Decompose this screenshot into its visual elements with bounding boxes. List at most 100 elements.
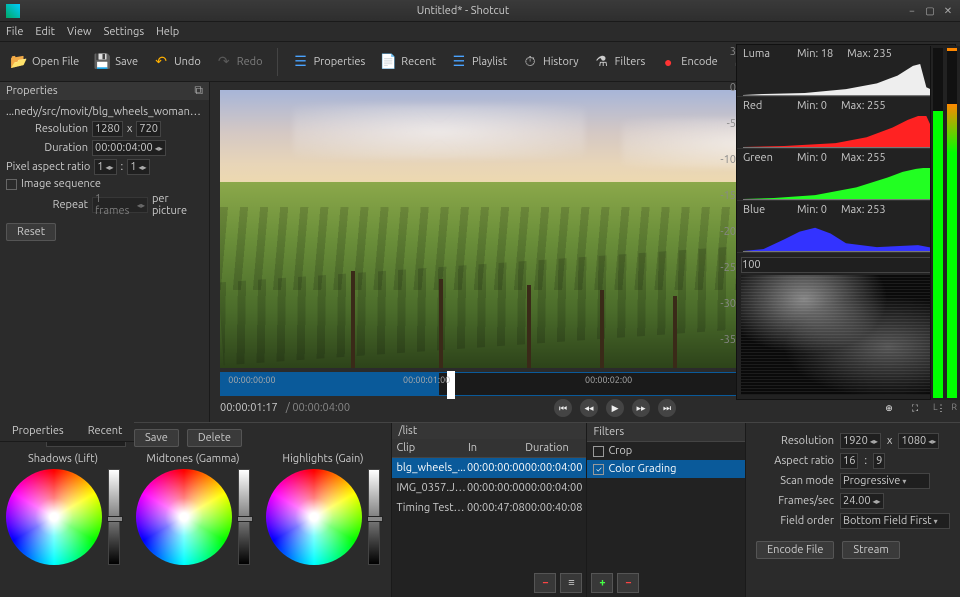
filters-button[interactable]: ⚗Filters bbox=[589, 50, 650, 74]
filter-checkbox[interactable] bbox=[593, 446, 604, 457]
preset-delete-button[interactable]: Delete bbox=[187, 429, 242, 447]
transport-bar: 00:00:01:17 / 00:00:04:00 ⏮ ◂◂ ▶ ▸▸ ⏭ ⊕ … bbox=[220, 398, 950, 418]
maximize-icon[interactable]: ▢ bbox=[924, 5, 936, 17]
par-a-input[interactable]: 1◂▸ bbox=[94, 159, 116, 175]
list-menu-button[interactable]: ≡ bbox=[560, 573, 582, 593]
history-icon: ⏱ bbox=[521, 53, 539, 71]
image-sequence-label: Image sequence bbox=[21, 178, 101, 190]
menu-edit[interactable]: Edit bbox=[35, 26, 55, 38]
remove-filter-button[interactable]: − bbox=[617, 573, 639, 593]
luma-histogram bbox=[743, 62, 949, 96]
menu-settings[interactable]: Settings bbox=[104, 26, 145, 38]
clip-list-panel: /list ClipInDuration blg_wheels_...00:00… bbox=[392, 423, 587, 597]
playlist-button[interactable]: ☰Playlist bbox=[446, 50, 511, 74]
audio-meter-right: R bbox=[947, 48, 957, 398]
scan-mode-select[interactable]: Progressive▾ bbox=[840, 473, 930, 489]
encode-asp-a-input[interactable]: 16 bbox=[840, 453, 858, 469]
zoom-in-button[interactable]: ⊕ bbox=[880, 399, 898, 417]
recent-button[interactable]: 📄Recent bbox=[375, 50, 440, 74]
resolution-width-input[interactable]: 1280 bbox=[92, 121, 123, 137]
recent-icon: 📄 bbox=[379, 53, 397, 71]
highlights-color-wheel[interactable] bbox=[266, 469, 362, 565]
undo-icon: ↶ bbox=[152, 53, 170, 71]
window-title: Untitled* - Shotcut bbox=[26, 5, 900, 17]
properties-button[interactable]: ☰Properties bbox=[288, 50, 370, 74]
open-file-button[interactable]: 📂Open File bbox=[6, 50, 83, 74]
encode-file-button[interactable]: Encode File bbox=[756, 541, 834, 559]
menu-view[interactable]: View bbox=[67, 26, 92, 38]
midtones-luma-slider[interactable] bbox=[238, 469, 250, 565]
encode-button[interactable]: ●Encode bbox=[655, 50, 721, 74]
skip-start-button[interactable]: ⏮ bbox=[554, 399, 572, 417]
encode-res-h-input[interactable]: 1080◂▸ bbox=[898, 433, 939, 449]
shadows-label: Shadows (Lift) bbox=[6, 453, 120, 465]
prev-frame-button[interactable]: ◂◂ bbox=[580, 399, 598, 417]
remove-clip-button[interactable]: − bbox=[534, 573, 556, 593]
panel-close-icon[interactable]: ⧉ bbox=[194, 84, 203, 98]
resolution-height-input[interactable]: 720 bbox=[136, 121, 161, 137]
preset-save-button[interactable]: Save bbox=[134, 429, 179, 447]
repeat-label: Repeat bbox=[6, 199, 88, 211]
repeat-frames-input[interactable]: 1 frames◂▸ bbox=[92, 197, 148, 213]
stream-button[interactable]: Stream bbox=[842, 541, 899, 559]
db-scale: 30-5-10-15-20-25-30-35 bbox=[716, 46, 736, 370]
waveform-scale-input[interactable] bbox=[741, 257, 951, 273]
add-filter-button[interactable]: + bbox=[591, 573, 613, 593]
shadows-color-wheel[interactable] bbox=[6, 469, 102, 565]
properties-panel: Properties⧉ ...nedy/src/movit/blg_wheels… bbox=[0, 82, 210, 422]
source-file-path: ...nedy/src/movit/blg_wheels_woman_1.jpg bbox=[6, 106, 203, 118]
minimize-icon[interactable]: − bbox=[906, 5, 918, 17]
highlights-luma-slider[interactable] bbox=[368, 469, 380, 565]
reset-button[interactable]: Reset bbox=[6, 223, 56, 241]
filters-panel-title: Filters bbox=[587, 423, 745, 442]
tab-recent[interactable]: Recent bbox=[84, 423, 127, 439]
midtones-color-wheel[interactable] bbox=[136, 469, 232, 565]
menu-bar: File Edit View Settings Help bbox=[0, 22, 960, 42]
image-sequence-checkbox[interactable] bbox=[6, 179, 17, 190]
tab-properties[interactable]: Properties bbox=[8, 423, 68, 439]
next-frame-button[interactable]: ▸▸ bbox=[632, 399, 650, 417]
encode-res-w-input[interactable]: 1920◂▸ bbox=[840, 433, 881, 449]
save-icon: 💾 bbox=[93, 53, 111, 71]
video-scopes-panel: LumaMin: 18Max: 235 RedMin: 0Max: 255 Gr… bbox=[736, 44, 956, 400]
green-histogram bbox=[743, 166, 949, 200]
waveform-scope bbox=[741, 275, 951, 395]
audio-meter-left: L bbox=[933, 48, 943, 398]
properties-icon: ☰ bbox=[292, 53, 310, 71]
redo-icon: ↷ bbox=[215, 53, 233, 71]
audio-meter: L R bbox=[930, 46, 960, 400]
encode-asp-b-input[interactable]: 9 bbox=[873, 453, 885, 469]
app-logo-icon bbox=[6, 4, 20, 18]
par-b-input[interactable]: 1◂▸ bbox=[127, 159, 149, 175]
redo-button[interactable]: ↷Redo bbox=[211, 50, 267, 74]
filter-row[interactable]: ✓Color Grading bbox=[587, 460, 745, 478]
filter-checkbox[interactable]: ✓ bbox=[593, 464, 604, 475]
undo-button[interactable]: ↶Undo bbox=[148, 50, 205, 74]
duration-input[interactable]: 00:00:04:00◂▸ bbox=[92, 140, 166, 156]
history-button[interactable]: ⏱History bbox=[517, 50, 583, 74]
fps-input[interactable]: 24.00◂▸ bbox=[840, 493, 884, 509]
clip-row[interactable]: blg_wheels_...00:00:00:0000:00:04:00 bbox=[392, 458, 586, 478]
current-timecode: 00:00:01:17 bbox=[220, 402, 278, 414]
highlights-label: Highlights (Gain) bbox=[266, 453, 380, 465]
save-button[interactable]: 💾Save bbox=[89, 50, 142, 74]
playlist-icon: ☰ bbox=[450, 53, 468, 71]
menu-file[interactable]: File bbox=[6, 26, 23, 38]
play-button[interactable]: ▶ bbox=[606, 399, 624, 417]
blue-histogram bbox=[743, 218, 949, 252]
menu-help[interactable]: Help bbox=[156, 26, 179, 38]
skip-end-button[interactable]: ⏭ bbox=[658, 399, 676, 417]
clip-row[interactable]: Timing Testsl...00:00:47:0800:00:40:08 bbox=[392, 498, 586, 518]
filter-row[interactable]: Crop bbox=[587, 442, 745, 460]
cliplist-title: /list bbox=[398, 425, 417, 437]
clip-row[interactable]: IMG_0357.JPG00:00:00:0000:00:04:00 bbox=[392, 478, 586, 498]
close-icon[interactable]: ✕ bbox=[942, 5, 954, 17]
resolution-label: Resolution bbox=[6, 123, 88, 135]
shadows-luma-slider[interactable] bbox=[108, 469, 120, 565]
red-histogram bbox=[743, 114, 949, 148]
filters-icon: ⚗ bbox=[593, 53, 611, 71]
field-order-select[interactable]: Bottom Field First▾ bbox=[840, 513, 950, 529]
folder-open-icon: 📂 bbox=[10, 53, 28, 71]
filters-panel: Filters Crop✓Color Grading + − bbox=[587, 423, 746, 597]
zoom-fit-button[interactable]: ⛶ bbox=[906, 399, 924, 417]
